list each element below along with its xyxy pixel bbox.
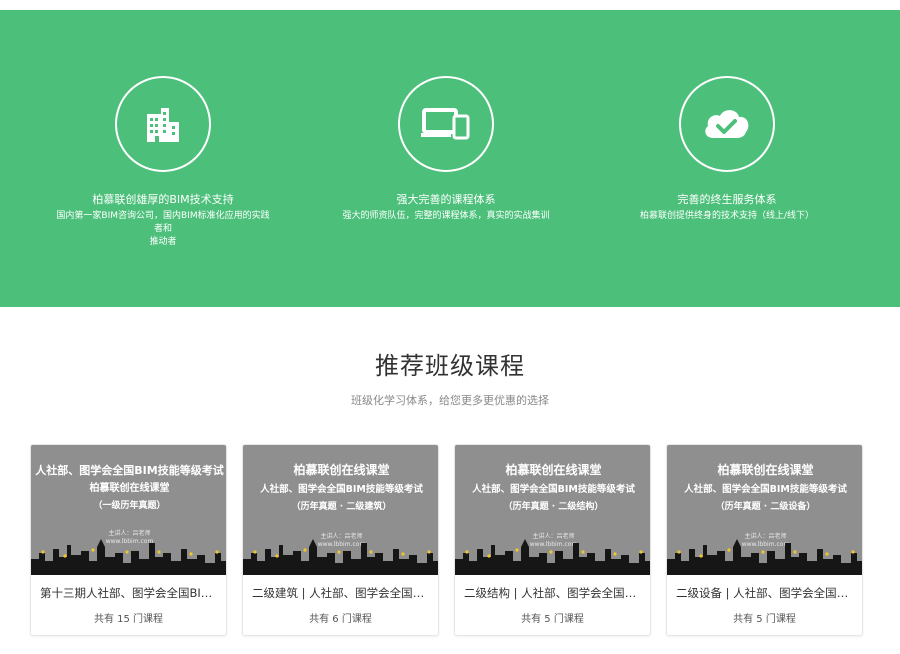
- course-title[interactable]: 二级建筑 | 人社部、图学会全国BIM技能等级考试: [252, 585, 432, 601]
- feature-lifetime-service: 完善的终生服务体系 柏慕联创提供终身的技术支持（线上/线下）: [577, 10, 877, 307]
- course-title[interactable]: 第十三期人社部、图学会全国BIM技能等级考试: [40, 585, 220, 601]
- course-count: 共有 5 门课程: [521, 614, 584, 625]
- section-subtitle: 班级化学习体系，给您更多更优惠的选择: [351, 394, 549, 407]
- course-card[interactable]: 柏慕联创在线课堂 人社部、图学会全国BIM技能等级考试 （历年真题 · 二级建筑…: [242, 444, 439, 636]
- building-icon: [115, 76, 211, 172]
- course-thumbnail[interactable]: 人社部、图学会全国BIM技能等级考试 柏慕联创在线课堂 （一级历年真题） 主讲人…: [31, 445, 226, 575]
- feature-description: 国内第一家BIM咨询公司，国内BIM标准化应用的实践者和 推动者: [56, 211, 270, 247]
- course-count: 共有 6 门课程: [309, 614, 372, 625]
- course-thumbnail[interactable]: 柏慕联创在线课堂 人社部、图学会全国BIM技能等级考试 （历年真题 · 二级结构…: [455, 445, 650, 575]
- feature-title: 完善的终生服务体系: [677, 193, 777, 206]
- course-thumbnail[interactable]: 柏慕联创在线课堂 人社部、图学会全国BIM技能等级考试 （历年真题 · 二级设备…: [667, 445, 862, 575]
- city-skyline-graphic: [455, 539, 650, 575]
- feature-title: 强大完善的课程体系: [396, 193, 496, 206]
- feature-course-system: 强大完善的课程体系 强大的师资队伍，完整的课程体系，真实的实战集训: [296, 10, 596, 307]
- feature-title: 柏慕联创雄厚的BIM技术支持: [92, 193, 234, 206]
- course-thumbnail[interactable]: 柏慕联创在线课堂 人社部、图学会全国BIM技能等级考试 （历年真题 · 二级建筑…: [243, 445, 438, 575]
- cloud-check-icon: [679, 76, 775, 172]
- course-count: 共有 5 门课程: [733, 614, 796, 625]
- devices-icon: [398, 76, 494, 172]
- top-strip: [0, 0, 900, 10]
- feature-bim-support: 柏慕联创雄厚的BIM技术支持 国内第一家BIM咨询公司，国内BIM标准化应用的实…: [13, 10, 313, 307]
- course-card[interactable]: 柏慕联创在线课堂 人社部、图学会全国BIM技能等级考试 （历年真题 · 二级设备…: [666, 444, 863, 636]
- course-title[interactable]: 二级结构 | 人社部、图学会全国BIM技能等级考试: [464, 585, 644, 601]
- section-title: 推荐班级课程: [375, 352, 525, 380]
- course-card[interactable]: 人社部、图学会全国BIM技能等级考试 柏慕联创在线课堂 （一级历年真题） 主讲人…: [30, 444, 227, 636]
- city-skyline-graphic: [667, 539, 862, 575]
- feature-description: 柏慕联创提供终身的技术支持（线上/线下）: [639, 211, 815, 221]
- city-skyline-graphic: [243, 539, 438, 575]
- course-count: 共有 15 门课程: [93, 614, 164, 625]
- features-banner: 柏慕联创雄厚的BIM技术支持 国内第一家BIM咨询公司，国内BIM标准化应用的实…: [0, 10, 900, 307]
- feature-description: 强大的师资队伍，完整的课程体系，真实的实战集训: [342, 211, 550, 221]
- city-skyline-graphic: [31, 539, 226, 575]
- course-card[interactable]: 柏慕联创在线课堂 人社部、图学会全国BIM技能等级考试 （历年真题 · 二级结构…: [454, 444, 651, 636]
- course-title[interactable]: 二级设备 | 人社部、图学会全国BIM技能等级考试: [676, 585, 856, 601]
